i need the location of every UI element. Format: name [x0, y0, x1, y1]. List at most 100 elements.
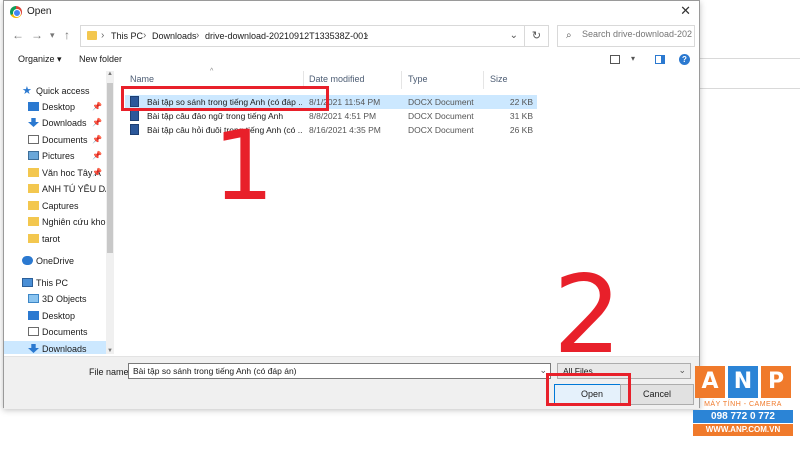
star-icon: ★ — [22, 85, 32, 97]
breadcrumb-separator: › — [143, 30, 147, 41]
step-number-1: 1 — [213, 110, 275, 222]
file-row[interactable]: Bài tập câu đảo ngữ trong tiếng Anh 8/8/… — [125, 109, 537, 123]
help-icon[interactable]: ? — [679, 54, 690, 65]
up-arrow-icon[interactable]: ↑ — [64, 28, 70, 42]
word-document-icon — [130, 110, 139, 121]
step-number-2: 2 — [553, 253, 622, 378]
pc-icon — [22, 278, 33, 287]
chevron-down-icon[interactable]: ▾ — [631, 54, 635, 63]
divider — [700, 88, 800, 89]
folder-icon — [28, 217, 39, 226]
preview-pane-icon[interactable] — [655, 55, 665, 64]
logo-phone: 098 772 0 772 — [693, 410, 793, 423]
file-list: ^ Name Date modified Type Size Bài tập s… — [120, 68, 540, 354]
sidebar-item-desktop[interactable]: Desktop 📌 — [4, 99, 106, 115]
divider — [700, 58, 800, 59]
title-bar: Open ✕ — [4, 1, 699, 23]
search-box[interactable]: ⌕ — [557, 25, 695, 47]
logo-letter: A — [695, 366, 725, 398]
refresh-icon: ↻ — [531, 30, 542, 42]
pictures-icon — [28, 151, 39, 160]
search-icon: ⌕ — [566, 30, 572, 41]
desktop-icon — [28, 311, 39, 320]
back-arrow-icon[interactable]: ← — [12, 28, 24, 42]
folder-icon — [28, 201, 39, 210]
column-divider[interactable] — [483, 71, 484, 89]
close-icon[interactable]: ✕ — [680, 3, 691, 19]
anp-watermark: A N P MÁY TÍNH - CAMERA 098 772 0 772 WW… — [693, 366, 793, 440]
cancel-button[interactable]: Cancel — [620, 384, 694, 405]
documents-icon — [28, 327, 39, 336]
logo-tagline: MÁY TÍNH - CAMERA — [704, 401, 782, 408]
sidebar-item-quick-access[interactable]: ★ Quick access — [4, 83, 106, 99]
sidebar-item-van-hoc[interactable]: Văn hoc Tây Á 📌 — [4, 165, 106, 181]
file-name-label: File name: — [89, 367, 132, 377]
column-header-type[interactable]: Type — [408, 74, 428, 84]
logo-letter: N — [728, 366, 758, 398]
3d-objects-icon — [28, 294, 39, 303]
file-type: DOCX Document — [408, 97, 474, 107]
sidebar-item-desktop-pc[interactable]: Desktop — [4, 308, 106, 324]
column-header-size[interactable]: Size — [490, 74, 508, 84]
sidebar-item-documents-pc[interactable]: Documents — [4, 324, 106, 340]
file-row[interactable]: Bài tập câu hỏi đuôi trong tiếng Anh (có… — [125, 123, 537, 137]
breadcrumb-folder[interactable]: drive-download-20210912T133538Z-001 — [205, 31, 368, 41]
logo-website: WWW.ANP.COM.VN — [693, 424, 793, 436]
recent-dropdown-icon[interactable]: ▾ — [50, 30, 55, 41]
pin-icon[interactable]: 📌 — [92, 151, 102, 160]
file-date: 8/16/2021 4:35 PM — [309, 125, 381, 135]
sidebar-item-anh-tu[interactable]: ANH TÚ YÊU DẤ — [4, 181, 111, 197]
view-options-icon[interactable] — [610, 55, 620, 64]
sidebar-item-captures[interactable]: Captures — [4, 198, 106, 214]
breadcrumb-this-pc[interactable]: This PC — [111, 31, 143, 41]
breadcrumb-downloads[interactable]: Downloads — [152, 31, 197, 41]
forward-arrow-icon[interactable]: → — [31, 28, 43, 42]
file-type: DOCX Document — [408, 111, 474, 121]
sidebar-item-onedrive[interactable]: OneDrive — [4, 253, 106, 269]
pin-icon[interactable]: 📌 — [92, 102, 102, 111]
download-icon — [28, 344, 39, 353]
file-name-field[interactable]: Bài tập so sánh trong tiếng Anh (có đáp … — [128, 363, 551, 379]
scroll-down-icon[interactable]: ▼ — [107, 348, 113, 354]
sidebar-item-downloads-pc[interactable]: Downloads — [4, 341, 106, 354]
sidebar-item-tarot[interactable]: tarot — [4, 231, 106, 247]
pin-icon[interactable]: 📌 — [92, 168, 102, 177]
scroll-up-icon[interactable]: ▲ — [107, 71, 113, 77]
command-bar: Organize ▾ New folder ▾ ? — [4, 51, 699, 69]
chrome-icon — [10, 6, 22, 18]
logo-letter: P — [761, 366, 791, 398]
breadcrumb-separator: › — [365, 30, 369, 41]
sidebar-item-nghien-cuu[interactable]: Nghiên cứu khoa — [4, 214, 111, 230]
sidebar-item-3d-objects[interactable]: 3D Objects — [4, 291, 106, 307]
highlight-box-file — [121, 86, 329, 111]
file-name-value: Bài tập so sánh trong tiếng Anh (có đáp … — [133, 366, 297, 376]
column-header-name[interactable]: Name — [130, 74, 154, 84]
file-size: 31 KB — [509, 111, 533, 121]
sidebar-scrollbar[interactable]: ▲ ▼ — [106, 71, 114, 354]
refresh-button[interactable]: ↻ — [525, 25, 549, 47]
sidebar-item-downloads[interactable]: Downloads 📌 — [4, 115, 106, 131]
new-folder-button[interactable]: New folder — [79, 54, 122, 64]
column-header-date[interactable]: Date modified — [309, 74, 365, 84]
pin-icon[interactable]: 📌 — [92, 118, 102, 127]
word-document-icon — [130, 124, 139, 135]
file-date: 8/8/2021 4:51 PM — [309, 111, 377, 121]
cloud-icon — [22, 256, 33, 265]
file-type: DOCX Document — [408, 125, 474, 135]
organize-button[interactable]: Organize ▾ — [18, 54, 62, 65]
sidebar-item-this-pc[interactable]: This PC — [4, 275, 106, 291]
search-input[interactable] — [582, 29, 692, 39]
breadcrumb-separator: › — [196, 30, 200, 41]
folder-icon — [28, 168, 39, 177]
breadcrumb-separator: › — [101, 30, 105, 41]
sidebar-item-documents[interactable]: Documents 📌 — [4, 132, 106, 148]
folder-icon — [87, 31, 97, 40]
address-bar[interactable]: › This PC › Downloads › drive-download-2… — [80, 25, 525, 47]
desktop-icon — [28, 102, 39, 111]
pin-icon[interactable]: 📌 — [92, 135, 102, 144]
scrollbar-thumb[interactable] — [107, 83, 113, 253]
sidebar-item-pictures[interactable]: Pictures 📌 — [4, 148, 106, 164]
chevron-down-icon[interactable]: ⌄ — [510, 30, 518, 41]
column-divider[interactable] — [401, 71, 402, 89]
download-icon — [28, 118, 39, 127]
